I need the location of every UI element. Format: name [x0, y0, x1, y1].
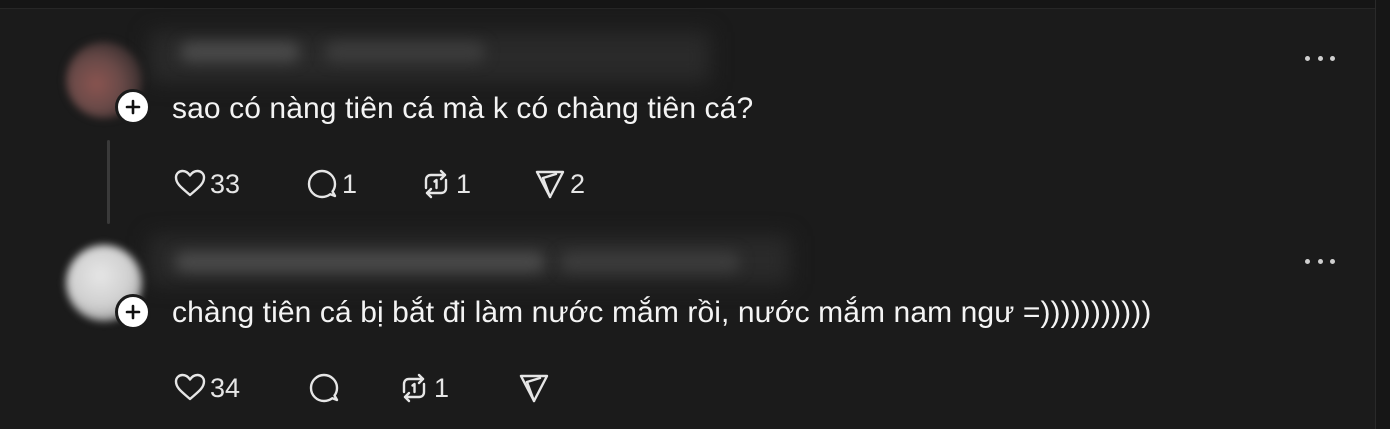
heart-icon	[174, 373, 206, 401]
send-icon	[519, 374, 549, 403]
like-count: 33	[210, 168, 241, 199]
heart-icon	[174, 169, 206, 197]
thread-line	[107, 140, 110, 224]
repost-button[interactable]: 1	[418, 166, 471, 202]
share-count: 2	[570, 168, 586, 199]
share-button[interactable]: 2	[532, 166, 585, 202]
follow-button[interactable]	[115, 294, 151, 330]
repost-icon	[402, 373, 426, 403]
blurred-username	[175, 252, 545, 272]
top-divider	[0, 0, 1390, 9]
blurred-username	[180, 42, 300, 62]
screenshot-frame: sao có nàng tiên cá mà k có chàng tiên c…	[0, 0, 1390, 429]
repost-count: 1	[434, 372, 450, 403]
plus-icon	[125, 99, 141, 115]
like-button[interactable]: 34	[172, 370, 240, 406]
like-count: 34	[210, 372, 241, 403]
comment-bubble-icon	[307, 169, 337, 199]
more-options-icon[interactable]	[1305, 52, 1335, 64]
send-icon	[535, 170, 565, 199]
blurred-timestamp	[560, 252, 740, 272]
comment-text: chàng tiên cá bị bắt đi làm nước mắm rồi…	[172, 296, 1152, 329]
scrollbar-track[interactable]	[1375, 0, 1390, 429]
share-button[interactable]	[516, 370, 554, 406]
comment-bubble-icon	[309, 373, 339, 403]
like-button[interactable]: 33	[172, 166, 240, 202]
repost-count: 1	[456, 168, 472, 199]
repost-icon	[424, 169, 448, 199]
follow-button[interactable]	[115, 89, 151, 125]
plus-icon	[125, 304, 141, 320]
repost-button[interactable]: 1	[396, 370, 449, 406]
reply-button[interactable]	[306, 370, 344, 406]
reply-count: 1	[342, 168, 358, 199]
blurred-timestamp	[325, 42, 485, 62]
reply-button[interactable]: 1	[304, 166, 357, 202]
comment-text: sao có nàng tiên cá mà k có chàng tiên c…	[172, 92, 754, 125]
more-options-icon[interactable]	[1305, 255, 1335, 267]
